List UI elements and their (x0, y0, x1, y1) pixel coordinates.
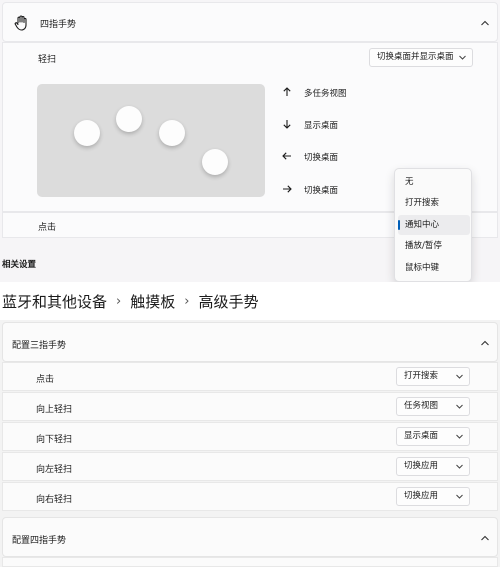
gesture-up-label: 多任务视图 (304, 89, 347, 99)
dropdown-value: 任务视图 (404, 401, 439, 411)
dropdown-value: 打开搜索 (404, 371, 439, 381)
arrow-down-icon (283, 120, 291, 129)
tap-label: 点击 (38, 223, 57, 233)
menu-item-none[interactable]: 无 (398, 172, 470, 192)
related-settings-heading: 相关设置 (2, 260, 37, 270)
arrow-left-icon (282, 152, 291, 160)
three-finger-title: 配置三指手势 (12, 341, 67, 351)
tap-dropdown[interactable]: 打开搜索 (396, 367, 470, 386)
setting-row-label: 向右轻扫 (36, 495, 73, 505)
chevron-down-icon (456, 464, 463, 469)
menu-item-notification-center[interactable]: 通知中心 (398, 215, 470, 235)
three-finger-panel: 配置三指手势 点击 打开搜索 向上轻扫 任务视图 向下轻扫 显示桌面 向左轻扫 … (0, 320, 500, 567)
setting-row-partial (2, 557, 498, 567)
arrow-up-icon (283, 87, 291, 96)
four-finger-config-header[interactable]: 配置四指手势 (2, 517, 498, 557)
menu-item-play-pause[interactable]: 播放/暂停 (398, 236, 470, 256)
chevron-right-icon: › (184, 293, 190, 309)
touchpad-illustration (37, 84, 265, 197)
gesture-down-label: 显示桌面 (304, 121, 339, 131)
swipe-dropdown[interactable]: 切换桌面并显示桌面 (369, 48, 473, 67)
four-finger-panel: 四指手势 轻扫 切换桌面并显示桌面 多任务视图 显示桌面 切换桌面 切换桌面 点… (0, 0, 500, 282)
chevron-up-icon[interactable] (480, 19, 490, 27)
setting-row-label: 向上轻扫 (36, 405, 73, 415)
arrow-right-icon (283, 185, 292, 193)
gesture-left-label: 切换桌面 (304, 153, 339, 163)
menu-item-middle-click[interactable]: 鼠标中键 (398, 258, 470, 278)
finger-dot (116, 106, 142, 132)
tap-action-menu: 无 打开搜索 通知中心 播放/暂停 鼠标中键 (394, 168, 472, 282)
chevron-down-icon (456, 374, 463, 379)
breadcrumb-bluetooth-devices[interactable]: 蓝牙和其他设备 (2, 291, 107, 312)
chevron-down-icon (456, 434, 463, 439)
swipe-up-dropdown[interactable]: 任务视图 (396, 397, 470, 416)
chevron-right-icon: › (116, 293, 122, 309)
swipe-right-dropdown[interactable]: 切换应用 (396, 487, 470, 506)
four-finger-config-title: 配置四指手势 (12, 536, 67, 546)
setting-row-label: 向左轻扫 (36, 465, 73, 475)
chevron-down-icon (456, 404, 463, 409)
breadcrumb: 蓝牙和其他设备 › 触摸板 › 高级手势 (0, 282, 500, 320)
setting-row-swipe-left: 向左轻扫 切换应用 (2, 452, 498, 481)
swipe-label: 轻扫 (38, 55, 57, 65)
setting-row-label: 点击 (36, 375, 55, 385)
swipe-left-dropdown[interactable]: 切换应用 (396, 457, 470, 476)
breadcrumb-touchpad[interactable]: 触摸板 (130, 291, 175, 312)
chevron-down-icon (459, 55, 466, 60)
dropdown-value: 切换应用 (404, 491, 439, 501)
menu-item-open-search[interactable]: 打开搜索 (398, 193, 470, 213)
dropdown-value: 显示桌面 (404, 431, 439, 441)
finger-dot (202, 149, 228, 175)
gesture-right-label: 切换桌面 (304, 186, 339, 196)
setting-row-tap: 点击 打开搜索 (2, 362, 498, 391)
four-finger-header[interactable]: 四指手势 (2, 2, 498, 42)
finger-dot (159, 120, 185, 146)
swipe-dropdown-value: 切换桌面并显示桌面 (377, 52, 454, 62)
setting-row-swipe-up: 向上轻扫 任务视图 (2, 392, 498, 421)
swipe-down-dropdown[interactable]: 显示桌面 (396, 427, 470, 446)
setting-row-label: 向下轻扫 (36, 435, 73, 445)
hand-icon (14, 15, 27, 31)
dropdown-value: 切换应用 (404, 461, 439, 471)
finger-dot (74, 120, 100, 146)
setting-row-swipe-right: 向右轻扫 切换应用 (2, 482, 498, 511)
chevron-up-icon[interactable] (480, 339, 490, 347)
chevron-down-icon (456, 494, 463, 499)
setting-row-swipe-down: 向下轻扫 显示桌面 (2, 422, 498, 451)
four-finger-title: 四指手势 (40, 20, 77, 30)
chevron-up-icon[interactable] (480, 534, 490, 542)
breadcrumb-advanced-gestures: 高级手势 (198, 292, 259, 311)
three-finger-header[interactable]: 配置三指手势 (2, 322, 498, 362)
